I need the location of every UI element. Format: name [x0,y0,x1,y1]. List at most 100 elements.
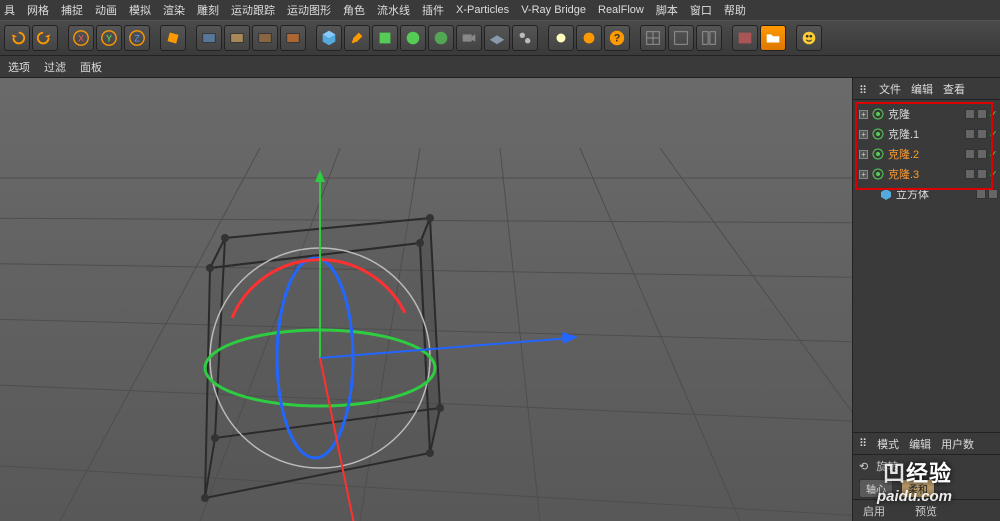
object-label[interactable]: 克隆.3 [888,166,961,182]
object-label[interactable]: 克隆.2 [888,146,961,162]
visibility-toggle[interactable] [965,169,975,179]
menu-item[interactable]: RealFlow [598,4,644,16]
object-label[interactable]: 克隆.1 [888,126,961,142]
menu-item[interactable]: V-Ray Bridge [521,4,586,16]
tab-edit[interactable]: 编辑 [911,81,933,97]
object-row-clone-1[interactable]: + 克隆.1 ✓ [855,124,998,144]
render-toggle[interactable] [988,189,998,199]
render-picture-button[interactable] [252,25,278,51]
enable-check-icon[interactable]: ✓ [989,168,998,181]
tab-mode[interactable]: 模式 [877,436,899,452]
menu-item[interactable]: 捕捉 [61,2,83,18]
undo-button[interactable] [4,25,30,51]
subbar-item[interactable]: 过滤 [44,59,66,75]
tab-edit[interactable]: 编辑 [909,436,931,452]
enable-check-icon[interactable]: ✓ [989,148,998,161]
menu-item[interactable]: 脚本 [656,2,678,18]
menu-item[interactable]: 运动跟踪 [231,2,275,18]
menu-item[interactable]: 运动图形 [287,2,331,18]
render-toggle[interactable] [977,169,987,179]
folder-button[interactable] [760,25,786,51]
axis-x-button[interactable]: X [68,25,94,51]
camera-button[interactable] [456,25,482,51]
enable-label[interactable]: 启用 [863,503,885,519]
expand-toggle[interactable]: + [859,150,868,159]
tag-button[interactable] [512,25,538,51]
menu-item[interactable]: 角色 [343,2,365,18]
render-toggle[interactable] [977,109,987,119]
viewport-3d[interactable]: ✥ ⊞ ▦ ☰ xyz [0,78,852,521]
viewport-subbar: 选项 过滤 面板 [0,56,1000,78]
enable-check-icon[interactable]: ✓ [989,128,998,141]
subbar-item[interactable]: 选项 [8,59,30,75]
cube-icon [880,188,892,200]
grid-2-button[interactable] [668,25,694,51]
menu-item[interactable]: 雕刻 [197,2,219,18]
content-browser-button[interactable] [732,25,758,51]
main-menu-bar: 具 网格 捕捉 动画 模拟 渲染 雕刻 运动跟踪 运动图形 角色 流水线 插件 … [0,0,1000,20]
object-row-clone-3[interactable]: + 克隆.3 ✓ [855,164,998,184]
object-row-clone-2[interactable]: + 克隆.2 ✓ [855,144,998,164]
menu-item[interactable]: 具 [4,2,15,18]
svg-text:Z: Z [134,34,140,44]
floor-button[interactable] [484,25,510,51]
panel-grip-icon[interactable]: ⠿ [859,84,869,94]
visibility-toggle[interactable] [965,129,975,139]
help-button[interactable]: ? [604,25,630,51]
grid-3-button[interactable] [696,25,722,51]
deformer-button[interactable] [400,25,426,51]
menu-item[interactable]: 渲染 [163,2,185,18]
render-toggle[interactable] [977,149,987,159]
cube-primitive-button[interactable] [316,25,342,51]
generator-button[interactable] [372,25,398,51]
preview-label[interactable]: 预览 [915,503,937,519]
panel-grip-icon[interactable]: ⠿ [859,437,867,450]
cloner-icon [872,168,884,180]
rotate-icon: ⟲ [859,460,868,473]
attr-title: 旋转 [876,458,898,474]
light-button[interactable] [548,25,574,51]
visibility-toggle[interactable] [976,189,986,199]
expand-toggle[interactable]: + [859,170,868,179]
expand-toggle[interactable]: + [859,130,868,139]
tab-userdata[interactable]: 用户数 [941,436,974,452]
enable-check-icon[interactable]: ✓ [989,108,998,121]
render-settings-button[interactable] [280,25,306,51]
menu-item[interactable]: 帮助 [724,2,746,18]
soft-pill[interactable]: 柔和 [901,479,935,498]
visibility-toggle[interactable] [965,109,975,119]
tab-view[interactable]: 查看 [943,81,965,97]
object-panel-tabs: ⠿ 文件 编辑 查看 [853,78,1000,100]
cloner-icon [872,148,884,160]
menu-item[interactable]: 插件 [422,2,444,18]
object-list: + 克隆 ✓ + 克隆.1 ✓ + 克隆.2 ✓ + 克隆.3 ✓ [853,100,1000,208]
svg-text:?: ? [614,33,621,45]
object-label[interactable]: 克隆 [888,106,961,122]
object-row-clone[interactable]: + 克隆 ✓ [855,104,998,124]
visibility-toggle[interactable] [965,149,975,159]
axis-y-button[interactable]: Y [96,25,122,51]
render-toggle[interactable] [977,129,987,139]
menu-item[interactable]: 流水线 [377,2,410,18]
menu-item[interactable]: X-Particles [456,4,509,16]
layout-button[interactable] [796,25,822,51]
menu-item[interactable]: 窗口 [690,2,712,18]
pivot-pill[interactable]: 轴心 [859,479,893,498]
subbar-item[interactable]: 面板 [80,59,102,75]
object-label[interactable]: 立方体 [896,186,972,202]
object-row-cube[interactable]: 立方体 [855,184,998,204]
grid-1-button[interactable] [640,25,666,51]
expand-toggle[interactable]: + [859,110,868,119]
world-axis-button[interactable] [160,25,186,51]
axis-z-button[interactable]: Z [124,25,150,51]
menu-item[interactable]: 动画 [95,2,117,18]
environment-button[interactable] [428,25,454,51]
menu-item[interactable]: 网格 [27,2,49,18]
sun-button[interactable] [576,25,602,51]
redo-button[interactable] [32,25,58,51]
menu-item[interactable]: 模拟 [129,2,151,18]
render-view-button[interactable] [196,25,222,51]
tab-file[interactable]: 文件 [879,81,901,97]
pen-tool-button[interactable] [344,25,370,51]
render-region-button[interactable] [224,25,250,51]
